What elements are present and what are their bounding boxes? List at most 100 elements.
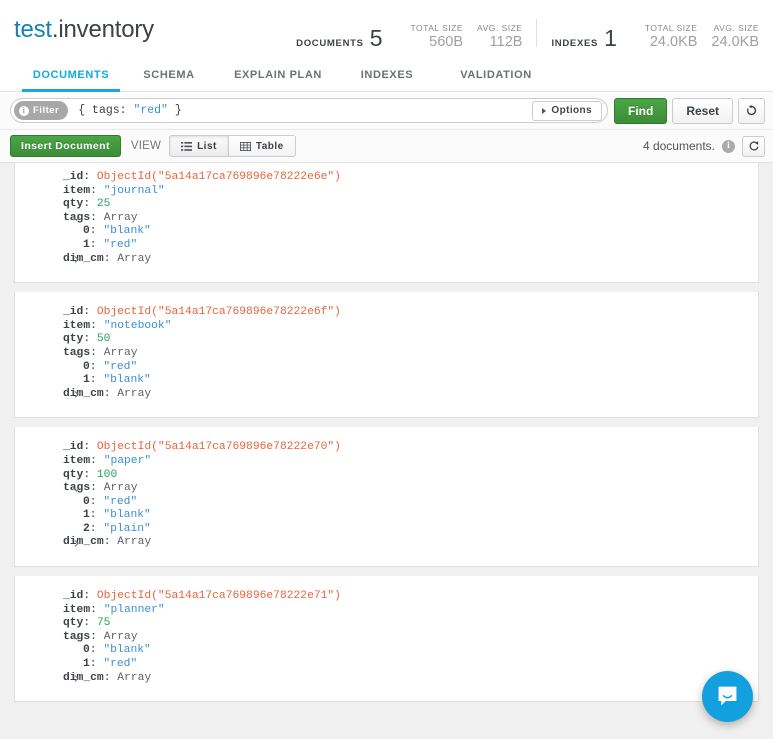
tab-documents[interactable]: Documents: [22, 60, 120, 92]
tab-indexes[interactable]: Indexes: [338, 60, 436, 92]
document-field-row: dim_cm: Array: [15, 672, 758, 686]
document-field-row: 1: "blank": [15, 509, 758, 523]
field-separator: :: [90, 482, 104, 496]
field-separator: :: [90, 496, 104, 510]
list-icon: [181, 142, 192, 151]
chevron-down-icon[interactable]: [72, 213, 81, 225]
chevron-right-icon[interactable]: [72, 537, 81, 549]
documents-total-size-value: 560B: [410, 34, 463, 50]
document-field-value: Array: [117, 536, 151, 550]
document-field-key: dim_cm: [63, 388, 104, 402]
field-separator: :: [83, 441, 97, 455]
collection-stats: Documents 5 Total Size 560B Avg. Size 11…: [296, 8, 759, 52]
document-field-row: qty: 25: [15, 198, 758, 212]
document-field-row: 1: "red": [15, 658, 758, 672]
document-field-row: 0: "red": [15, 361, 758, 375]
reset-button[interactable]: Reset: [672, 98, 733, 124]
document-field-value: 25: [97, 198, 111, 212]
field-separator: :: [90, 509, 104, 523]
field-separator: :: [90, 185, 104, 199]
document-field-value: Array: [117, 388, 151, 402]
chevron-down-icon[interactable]: [72, 632, 81, 644]
document-field-row: _id: ObjectId("5a14a17ca769896e78222e6f"…: [15, 306, 758, 320]
field-separator: :: [83, 469, 97, 483]
document-field-row: _id: ObjectId("5a14a17ca769896e78222e71"…: [15, 590, 758, 604]
document-field-key: _id: [63, 590, 83, 604]
document-field-row: qty: 50: [15, 333, 758, 347]
document-list[interactable]: _id: ObjectId("5a14a17ca769896e78222e6e"…: [0, 163, 773, 739]
tab-schema[interactable]: Schema: [120, 60, 218, 92]
field-separator: :: [90, 239, 104, 253]
document-field-key: dim_cm: [63, 672, 104, 686]
filter-label-pill[interactable]: i Filter: [14, 101, 68, 120]
document-field-key: item: [63, 320, 90, 334]
document-count-area: 4 documents. i: [643, 136, 765, 157]
query-history-button[interactable]: [738, 98, 765, 124]
document-field-value: "paper": [104, 455, 151, 469]
filter-string-value: "red": [133, 104, 168, 117]
document-card[interactable]: _id: ObjectId("5a14a17ca769896e78222e6e"…: [14, 163, 759, 283]
field-separator: :: [90, 212, 104, 226]
chevron-right-icon[interactable]: [72, 389, 81, 401]
document-field-key: 2: [83, 523, 90, 537]
filter-input[interactable]: { tags: "red" }: [68, 104, 532, 117]
field-separator: :: [83, 333, 97, 347]
document-field-value: "notebook": [104, 320, 172, 334]
document-field-value: 75: [97, 617, 111, 631]
tab-validation[interactable]: Validation: [436, 60, 556, 92]
filter-input-wrapper[interactable]: i Filter { tags: "red" } Options: [10, 98, 608, 123]
field-separator: :: [104, 672, 118, 686]
view-mode-list-button[interactable]: List: [169, 135, 229, 157]
find-button[interactable]: Find: [614, 98, 667, 124]
document-field-value: "red": [103, 239, 137, 253]
documents-avg-size-value: 112B: [477, 34, 522, 50]
refresh-documents-button[interactable]: [742, 136, 765, 157]
tab-explain-plan[interactable]: Explain Plan: [218, 60, 338, 92]
document-field-value: "red": [103, 361, 137, 375]
documents-avg-size: Avg. Size 112B: [477, 23, 522, 50]
chevron-right-icon[interactable]: [72, 673, 81, 685]
document-field-value: Array: [117, 672, 151, 686]
document-field-value: 50: [97, 333, 111, 347]
document-field-row: 0: "red": [15, 496, 758, 510]
indexes-stat-value: 1: [604, 28, 617, 50]
chevron-right-icon: [542, 108, 546, 114]
indexes-stat-label: Indexes: [551, 38, 598, 49]
chat-launcher-button[interactable]: [702, 671, 753, 722]
field-separator: :: [83, 590, 97, 604]
filter-suffix: }: [168, 104, 182, 117]
database-name: test: [14, 16, 52, 43]
document-field-value: "blank": [103, 374, 150, 388]
view-mode-table-label: Table: [256, 141, 284, 152]
view-mode-label: VIEW: [131, 140, 161, 152]
document-field-row: dim_cm: Array: [15, 388, 758, 402]
field-separator: :: [90, 644, 104, 658]
document-field-row: 0: "blank": [15, 225, 758, 239]
query-bar: i Filter { tags: "red" } Options Find Re…: [0, 92, 773, 130]
chevron-right-icon[interactable]: [72, 254, 81, 266]
document-field-key: 1: [83, 658, 90, 672]
document-field-row: item: "planner": [15, 604, 758, 618]
field-separator: :: [90, 523, 104, 537]
view-mode-table-button[interactable]: Table: [229, 135, 296, 157]
options-label: Options: [551, 105, 592, 116]
chevron-down-icon[interactable]: [72, 483, 81, 495]
options-toggle-button[interactable]: Options: [532, 101, 602, 121]
insert-document-button[interactable]: Insert Document: [10, 135, 121, 157]
document-list-scrollbar[interactable]: [766, 163, 773, 739]
info-icon[interactable]: i: [722, 140, 735, 153]
document-field-row: item: "notebook": [15, 320, 758, 334]
document-field-value: Array: [104, 212, 138, 226]
documents-toolbar: Insert Document VIEW List: [0, 130, 773, 163]
document-field-value: Array: [104, 631, 138, 645]
filter-pill-label: Filter: [33, 105, 59, 116]
chevron-down-icon[interactable]: [72, 348, 81, 360]
field-separator: :: [90, 604, 104, 618]
indexes-avg-size-value: 24.0KB: [711, 34, 759, 50]
document-card[interactable]: _id: ObjectId("5a14a17ca769896e78222e6f"…: [14, 292, 759, 418]
document-card[interactable]: _id: ObjectId("5a14a17ca769896e78222e70"…: [14, 427, 759, 567]
field-separator: :: [90, 455, 104, 469]
document-field-key: qty: [63, 469, 83, 483]
document-field-row: dim_cm: Array: [15, 536, 758, 550]
document-card[interactable]: _id: ObjectId("5a14a17ca769896e78222e71"…: [14, 576, 759, 702]
